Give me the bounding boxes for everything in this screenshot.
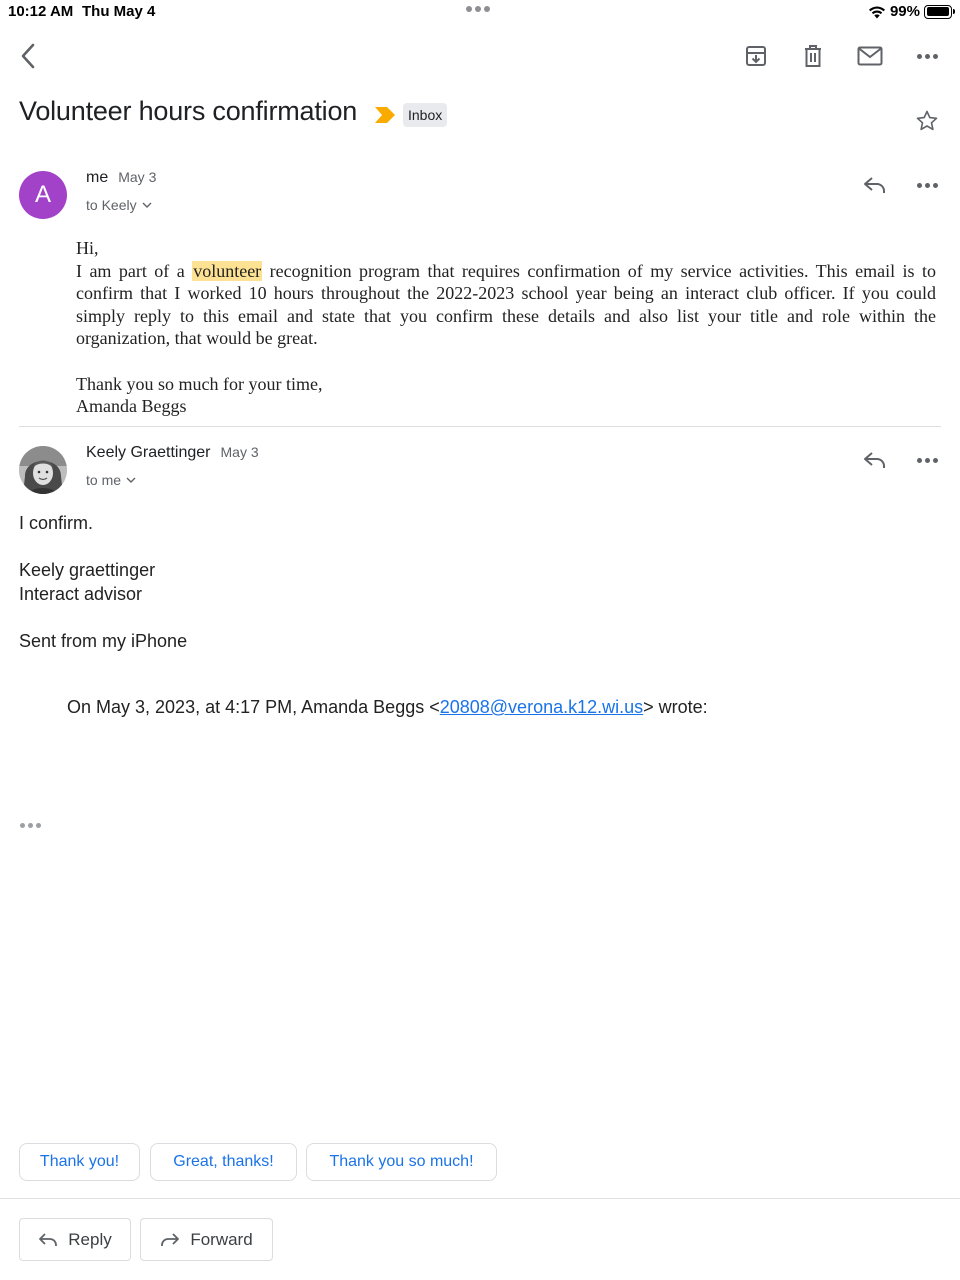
multitasking-dots-icon[interactable] <box>466 6 490 12</box>
bottom-divider <box>0 1198 960 1199</box>
signature-title: Interact advisor <box>19 583 143 604</box>
sender-name: Keely Graettinger <box>86 444 211 461</box>
recipient-details[interactable]: to me <box>86 472 136 488</box>
message-divider <box>19 426 941 427</box>
message-more-button[interactable] <box>910 443 944 477</box>
more-options-button[interactable] <box>909 38 945 74</box>
body-line: I confirm. <box>19 513 94 533</box>
profile-photo <box>19 446 67 494</box>
delete-button[interactable] <box>795 38 831 74</box>
message-more-button[interactable] <box>910 168 944 202</box>
status-date: Thu May 4 <box>82 3 156 20</box>
battery-icon <box>924 4 955 19</box>
quote-text: On May 3, 2023, at 4:17 PM, Amanda Beggs… <box>67 697 440 717</box>
chevron-down-icon <box>142 202 152 208</box>
sent-from: Sent from my iPhone <box>19 630 188 651</box>
avatar[interactable] <box>19 446 67 494</box>
mark-unread-button[interactable] <box>852 38 888 74</box>
smart-reply-chip[interactable]: Thank you so much! <box>306 1143 497 1181</box>
body-paragraph: I am part of a volunteer recognition pro… <box>76 260 936 350</box>
search-highlight: volunteer <box>192 260 263 281</box>
star-icon <box>916 110 938 131</box>
battery-percent: 99% <box>889 3 920 20</box>
reply-button[interactable] <box>858 443 892 477</box>
chevron-down-icon <box>126 477 136 483</box>
reply-icon <box>39 1232 58 1246</box>
signature-name: Keely graettinger <box>19 560 156 580</box>
body-text: I am part of a <box>76 260 193 281</box>
forward-icon <box>161 1232 180 1246</box>
reply-icon <box>864 452 885 468</box>
avatar[interactable]: A <box>19 171 67 219</box>
status-time: 10:12 AM <box>8 3 74 20</box>
message-date: May 3 <box>118 169 157 185</box>
email-subject: Volunteer hours confirmation <box>19 96 358 126</box>
reply-button[interactable] <box>858 168 892 202</box>
smart-reply-chip[interactable]: Thank you! <box>19 1143 140 1181</box>
message-date: May 3 <box>220 444 259 460</box>
email-link[interactable]: 20808@verona.k12.wi.us <box>440 697 643 717</box>
delete-icon <box>805 45 821 67</box>
back-icon <box>21 43 35 69</box>
wifi-icon <box>868 6 885 18</box>
back-button[interactable] <box>10 38 46 74</box>
forward-label: Forward <box>190 1229 253 1249</box>
inbox-label[interactable]: Inbox <box>403 103 448 127</box>
more-icon <box>916 457 938 463</box>
archive-button[interactable] <box>738 38 774 74</box>
reply-icon <box>864 177 885 193</box>
show-trimmed-content-icon[interactable] <box>20 823 41 828</box>
reply-label: Reply <box>68 1229 112 1249</box>
reply-action-button[interactable]: Reply <box>19 1218 131 1261</box>
message-body: I confirm. Keely graettinger Interact ad… <box>19 512 187 653</box>
recipient-text: to me <box>86 472 122 488</box>
quote-text: > wrote: <box>643 697 708 717</box>
forward-action-button[interactable]: Forward <box>140 1218 273 1261</box>
message-body: Hi, I am part of a volunteer recognition… <box>76 237 936 418</box>
mark-unread-icon <box>857 46 883 66</box>
quote-header: On May 3, 2023, at 4:17 PM, Amanda Beggs… <box>67 697 708 718</box>
more-icon <box>916 182 938 188</box>
importance-marker-icon[interactable] <box>374 106 396 124</box>
sender-name: me <box>86 169 109 186</box>
message-header[interactable]: Keely Graettinger May 3 <box>86 444 259 462</box>
star-button[interactable] <box>910 104 944 138</box>
closing: Thank you so much for your time, <box>76 373 323 394</box>
status-right: 99% <box>868 3 955 20</box>
recipient-text: to Keely <box>86 197 137 213</box>
more-icon <box>916 53 938 59</box>
archive-icon <box>746 46 766 66</box>
greeting: Hi, <box>76 238 99 258</box>
message-header[interactable]: me May 3 <box>86 169 156 187</box>
smart-reply-chip[interactable]: Great, thanks! <box>150 1143 297 1181</box>
signature: Amanda Beggs <box>76 396 187 417</box>
recipient-details[interactable]: to Keely <box>86 197 152 213</box>
